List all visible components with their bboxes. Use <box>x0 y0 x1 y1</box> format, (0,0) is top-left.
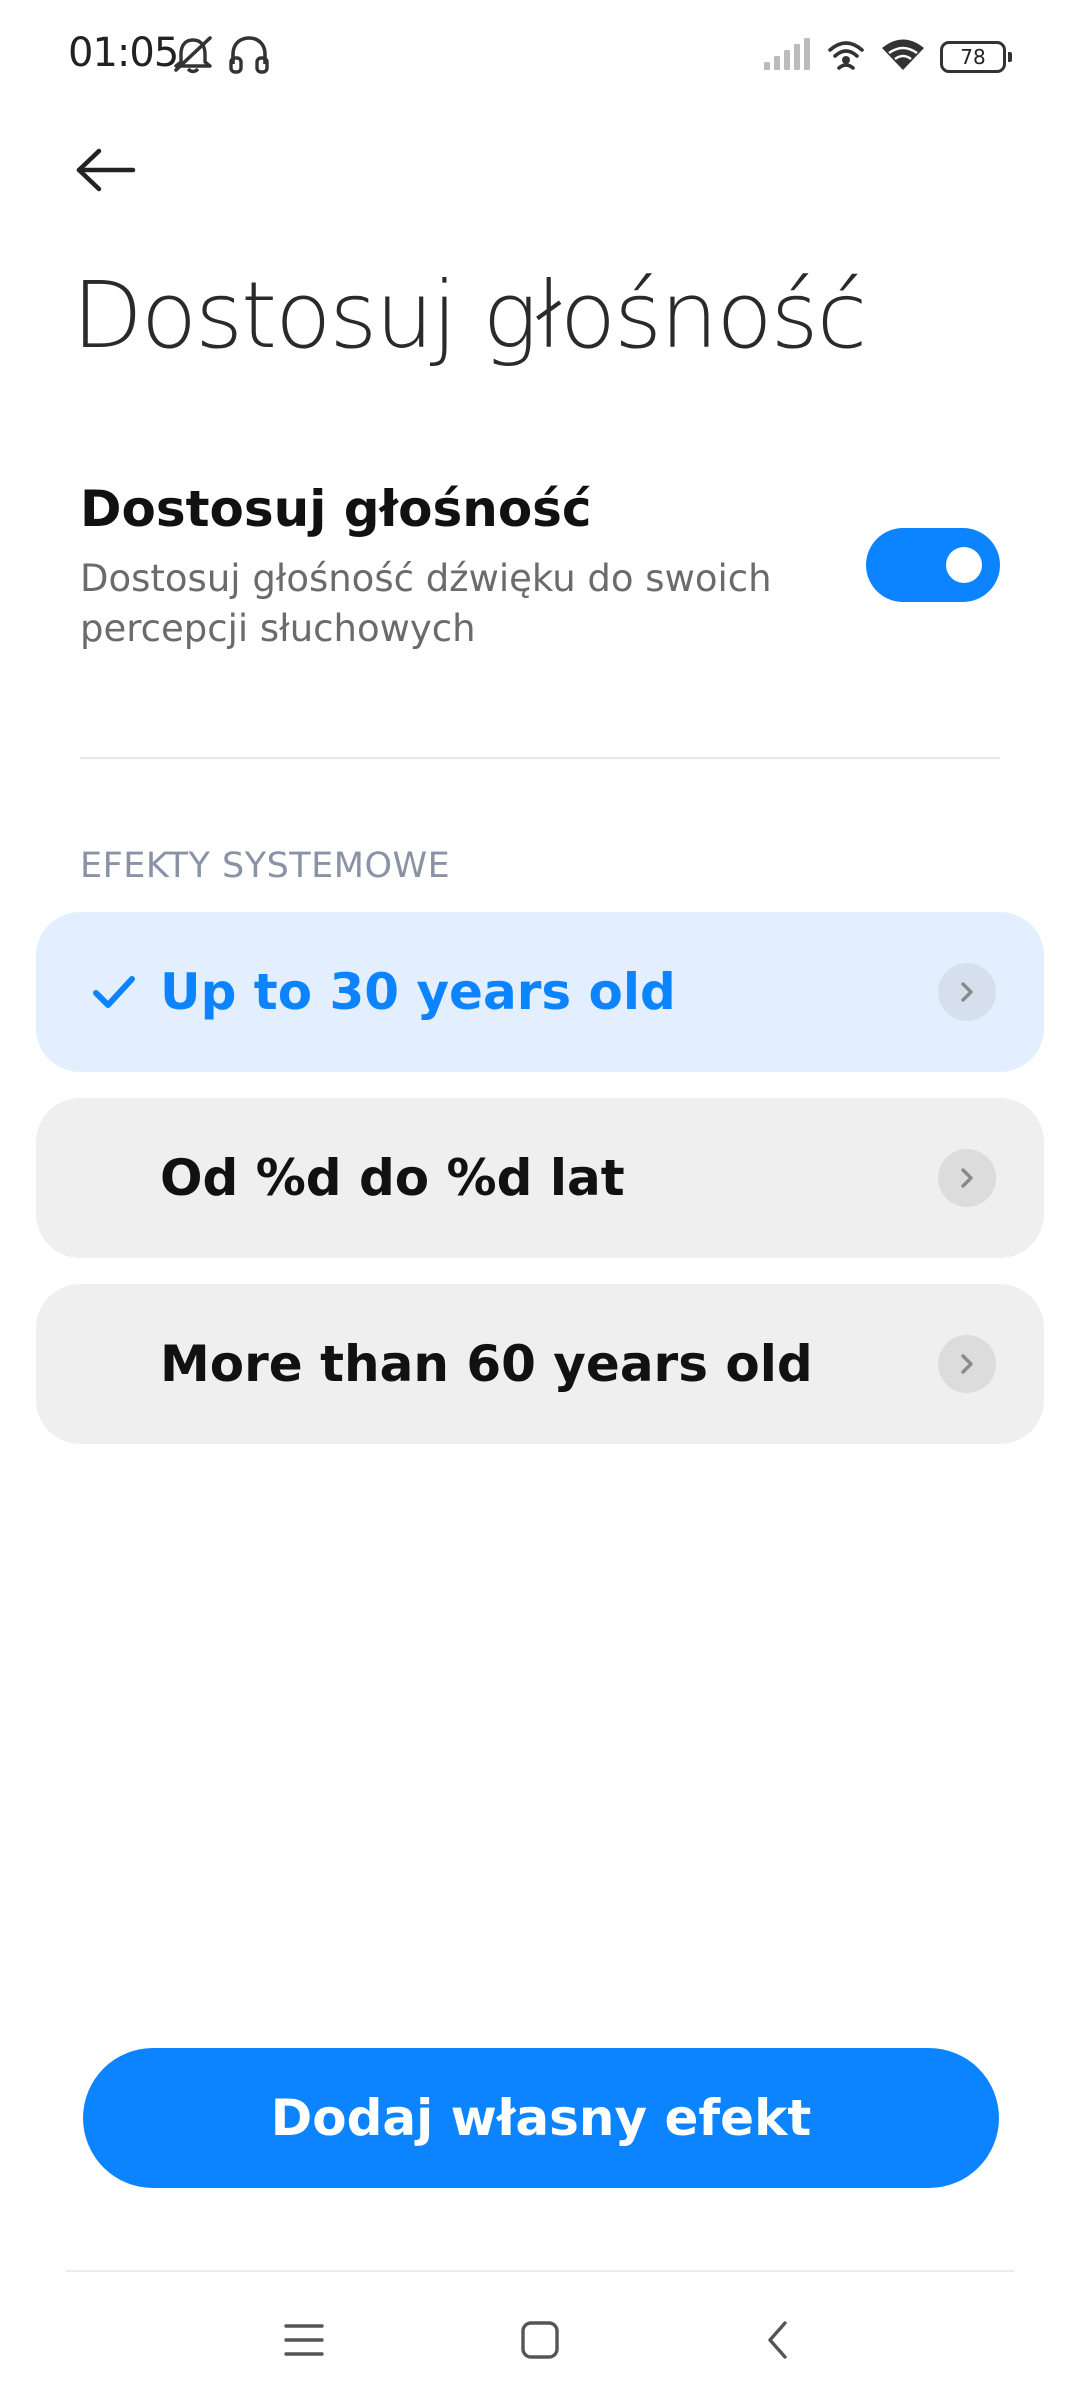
status-bar: 01:05 78 <box>0 0 1080 120</box>
toggle-knob <box>946 547 982 583</box>
check-icon <box>93 976 135 1008</box>
option-label: Od %d do %d lat <box>160 1149 625 1207</box>
page-title: Dostosuj głośność <box>72 262 867 369</box>
divider <box>80 757 1000 759</box>
volume-adjust-setting[interactable]: Dostosuj głośność Dostosuj głośność dźwi… <box>80 480 1000 660</box>
chevron-right-icon[interactable] <box>938 1149 996 1207</box>
battery-level: 78 <box>960 44 986 69</box>
volume-adjust-toggle[interactable] <box>866 528 1000 602</box>
chevron-right-icon[interactable] <box>938 963 996 1021</box>
navigation-bar <box>0 2280 1080 2400</box>
back-icon[interactable] <box>746 2308 810 2372</box>
add-custom-effect-button[interactable]: Dodaj własny efekt <box>83 2048 999 2188</box>
signal-icon <box>762 38 812 75</box>
status-right-icons: 78 <box>762 36 1012 77</box>
status-left-icons <box>170 34 270 79</box>
wifi-icon <box>880 37 926 76</box>
home-icon[interactable] <box>508 2308 572 2372</box>
option-up-to-30[interactable]: Up to 30 years old <box>36 912 1044 1072</box>
setting-description: Dostosuj głośność dźwięku do swoich perc… <box>80 557 772 650</box>
battery-icon: 78 <box>940 40 1012 73</box>
nav-divider <box>66 2270 1014 2272</box>
hotspot-icon <box>826 36 866 77</box>
back-arrow-icon <box>76 148 136 192</box>
headphones-icon <box>228 34 270 79</box>
back-button[interactable] <box>66 130 146 210</box>
option-over-60[interactable]: More than 60 years old <box>36 1284 1044 1444</box>
option-label: More than 60 years old <box>160 1335 813 1393</box>
status-time: 01:05 <box>68 30 179 76</box>
chevron-right-icon[interactable] <box>938 1335 996 1393</box>
mute-icon <box>170 34 216 79</box>
setting-title: Dostosuj głośność <box>80 480 592 538</box>
option-middle-age[interactable]: Od %d do %d lat <box>36 1098 1044 1258</box>
option-label: Up to 30 years old <box>160 963 676 1021</box>
menu-icon[interactable] <box>272 2308 336 2372</box>
section-header: EFEKTY SYSTEMOWE <box>80 846 451 886</box>
